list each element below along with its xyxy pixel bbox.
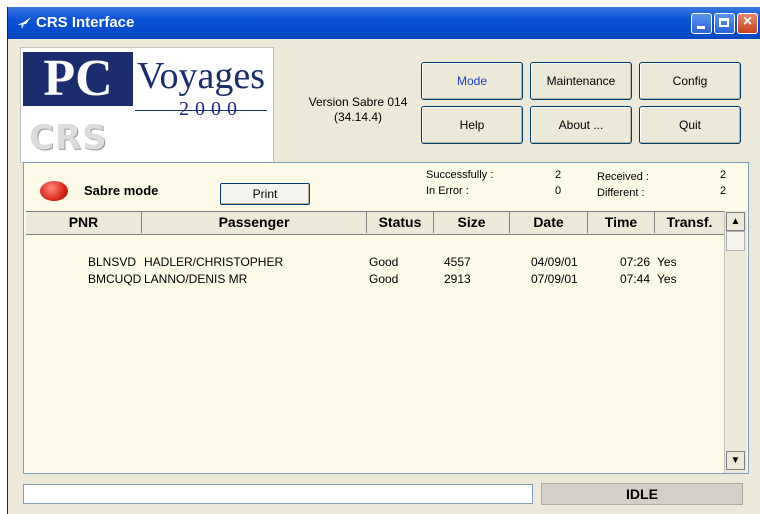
col-header-transf[interactable]: Transf. bbox=[654, 212, 724, 233]
print-button[interactable]: Print bbox=[220, 183, 310, 205]
successfully-value: 2 bbox=[555, 169, 562, 181]
version-info: Version Sabre 014 (34.14.4) bbox=[293, 95, 423, 125]
pc-voyages-logo: PC Voyages 2000 CRS interface bbox=[20, 47, 274, 198]
col-header-passenger[interactable]: Passenger bbox=[141, 212, 366, 233]
cell-status: Good bbox=[369, 272, 399, 286]
quit-button[interactable]: Quit bbox=[639, 106, 741, 144]
version-line1: Version Sabre 014 bbox=[308, 95, 408, 109]
cell-transf: Yes bbox=[657, 255, 677, 269]
cell-passenger: LANNO/DENIS MR bbox=[144, 272, 248, 286]
close-icon: × bbox=[742, 13, 753, 30]
mode-label: Sabre mode bbox=[84, 183, 159, 198]
cell-time: 07:26 bbox=[620, 255, 651, 269]
close-button[interactable]: × bbox=[737, 13, 758, 34]
app-window: CRS Interface × PC Voyages 2000 CRS inte… bbox=[7, 7, 760, 514]
table-header: PNR Passenger Status Size Date Time Tran… bbox=[26, 211, 724, 235]
cell-time: 07:44 bbox=[620, 272, 651, 286]
cell-size: 2913 bbox=[444, 272, 471, 286]
cell-status: Good bbox=[369, 255, 399, 269]
cell-transf: Yes bbox=[657, 272, 677, 286]
transfer-panel: Sabre mode Print Successfully : 2 In Err… bbox=[23, 162, 749, 474]
mode-button[interactable]: Mode bbox=[421, 62, 523, 100]
cell-size: 4557 bbox=[444, 255, 471, 269]
status-state-badge: IDLE bbox=[541, 483, 743, 505]
in-error-label: In Error : bbox=[426, 185, 469, 197]
about-button[interactable]: About ... bbox=[530, 106, 632, 144]
scroll-down-icon[interactable]: ▼ bbox=[726, 451, 745, 470]
col-header-time[interactable]: Time bbox=[587, 212, 654, 233]
different-label: Different : bbox=[597, 187, 645, 199]
maintenance-button[interactable]: Maintenance bbox=[530, 62, 632, 100]
maximize-button[interactable] bbox=[714, 13, 735, 34]
window-title: CRS Interface bbox=[36, 14, 135, 31]
cell-date: 07/09/01 bbox=[531, 272, 578, 286]
cell-pnr: BMCUQD bbox=[88, 272, 142, 286]
col-header-size[interactable]: Size bbox=[433, 212, 509, 233]
status-message-field[interactable] bbox=[23, 484, 533, 504]
scroll-up-icon[interactable]: ▲ bbox=[726, 212, 745, 231]
version-line2: (34.14.4) bbox=[333, 110, 383, 124]
scroll-thumb[interactable] bbox=[726, 231, 745, 251]
received-label: Received : bbox=[597, 171, 649, 183]
in-error-value: 0 bbox=[555, 185, 562, 197]
title-bar[interactable]: CRS Interface × bbox=[8, 7, 760, 39]
table-row[interactable]: BMCUQD LANNO/DENIS MR Good 2913 07/09/01… bbox=[24, 272, 724, 288]
received-value: 2 bbox=[720, 169, 727, 181]
col-header-date[interactable]: Date bbox=[509, 212, 587, 233]
vertical-scrollbar[interactable]: ▲ ▼ bbox=[724, 211, 747, 473]
app-icon bbox=[17, 17, 31, 29]
logo-voyages-text: Voyages bbox=[137, 55, 266, 97]
col-header-status[interactable]: Status bbox=[366, 212, 433, 233]
config-button[interactable]: Config bbox=[639, 62, 741, 100]
cell-date: 04/09/01 bbox=[531, 255, 578, 269]
cell-pnr: BLNSVD bbox=[88, 255, 137, 269]
different-value: 2 bbox=[720, 185, 727, 197]
cell-passenger: HADLER/CHRISTOPHER bbox=[144, 255, 284, 269]
logo-pc-text: PC bbox=[23, 52, 133, 106]
col-header-pnr[interactable]: PNR bbox=[26, 212, 141, 233]
minimize-button[interactable] bbox=[691, 13, 712, 34]
table-row[interactable]: BLNSVD HADLER/CHRISTOPHER Good 4557 04/0… bbox=[24, 255, 724, 271]
help-button[interactable]: Help bbox=[421, 106, 523, 144]
successfully-label: Successfully : bbox=[426, 169, 494, 181]
sabre-mode-icon bbox=[40, 181, 68, 201]
